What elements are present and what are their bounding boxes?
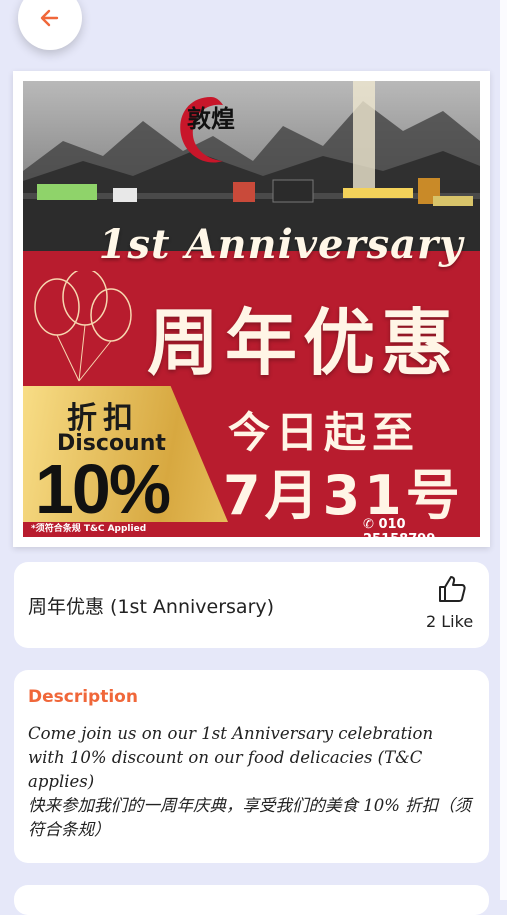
restaurant-logo-icon: 敦煌 <box>180 97 235 163</box>
balloons-icon <box>34 271 132 382</box>
terms-note: *须符合条规 T&C Applied <box>31 524 147 534</box>
headline-zh: 周年优惠 <box>146 301 459 385</box>
description-text: Come join us on our 1st Anniversary cele… <box>28 724 472 839</box>
phone-icon: ✆ <box>363 517 374 532</box>
banner-card: 敦煌 1st Anniversary 周年优惠 折扣 Discount 10% … <box>13 71 490 547</box>
like-count[interactable]: 2 Like <box>426 612 473 631</box>
back-button[interactable] <box>18 0 82 50</box>
phone-number-text: 010 25158799 <box>363 517 435 537</box>
post-title: 周年优惠 (1st Anniversary) <box>28 596 275 618</box>
phone-number: ✆ 010 25158799 <box>363 517 480 537</box>
arrow-left-icon <box>40 9 59 27</box>
description-label: Description <box>28 687 138 707</box>
headline-en: 1st Anniversary <box>98 221 464 268</box>
discount-percent: 10% <box>35 450 171 528</box>
thumbs-up-icon[interactable] <box>437 574 467 604</box>
promo-banner-image[interactable]: 敦煌 1st Anniversary 周年优惠 折扣 Discount 10% … <box>23 81 480 537</box>
post-title-card: 周年优惠 (1st Anniversary) 2 Like <box>14 562 489 648</box>
screen-edge <box>500 0 507 900</box>
description-card: Description Come join us on our 1st Anni… <box>14 670 489 863</box>
logo-text: 敦煌 <box>187 104 235 133</box>
next-card <box>14 885 489 915</box>
